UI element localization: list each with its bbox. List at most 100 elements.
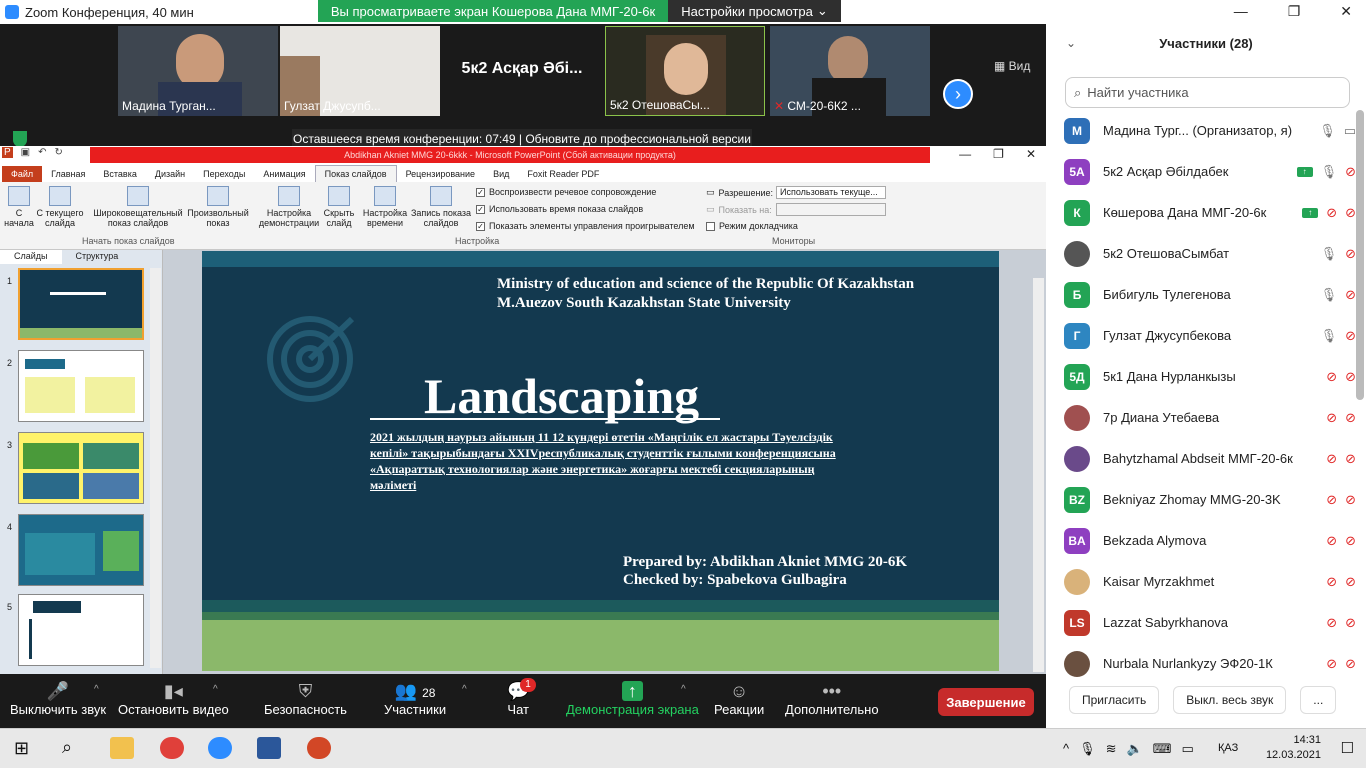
tab-home[interactable]: Главная — [42, 166, 94, 182]
participant-search-input[interactable]: ⌕ Найти участника — [1065, 77, 1350, 108]
camera-off-icon[interactable]: ⊘ — [1345, 615, 1356, 631]
participant-row[interactable]: 5A 5к2 Асқар Әбілдабек ↑ 🎙 ⊘ — [1064, 151, 1356, 192]
tab-slides[interactable]: Слайды — [0, 250, 62, 264]
camera-off-icon[interactable]: ⊘ — [1345, 492, 1356, 508]
mute-all-button[interactable]: Выкл. весь звук — [1173, 686, 1287, 714]
hide-slide-button[interactable]: Скрыть слайд — [322, 186, 356, 228]
tab-transitions[interactable]: Переходы — [194, 166, 254, 182]
language-indicator[interactable]: ҚАЗ — [1218, 742, 1238, 754]
chevron-up-icon[interactable]: ^ — [681, 684, 686, 695]
participant-row[interactable]: BA Bekzada Alymova ⊘ ⊘ — [1064, 520, 1356, 561]
video-tile[interactable]: 5к2 Асқар Әбі... — [442, 26, 602, 116]
microphone-off-icon[interactable]: ⊘ — [1326, 205, 1337, 221]
security-button[interactable]: ⛨ Безопасность — [264, 680, 347, 717]
participant-row[interactable]: LS Lazzat Sabyrkhanova ⊘ ⊘ — [1064, 602, 1356, 643]
search-icon[interactable]: ⌕ — [62, 737, 72, 758]
microphone-off-icon[interactable]: ⊘ — [1326, 410, 1337, 426]
tab-outline[interactable]: Структура — [62, 250, 133, 264]
word-icon[interactable] — [257, 737, 281, 759]
camera-off-icon[interactable]: ⊘ — [1345, 410, 1356, 426]
restore-icon[interactable]: ❐ — [1288, 3, 1301, 20]
more-button[interactable]: ••• Дополнительно — [785, 680, 879, 717]
from-current-button[interactable]: С текущего слайда — [36, 186, 84, 228]
participants-scrollbar[interactable] — [1356, 110, 1364, 400]
close-icon[interactable]: ✕ — [1026, 147, 1036, 161]
participants-button[interactable]: 👥 28 Участники — [384, 680, 446, 717]
video-tile-active-speaker[interactable]: 5к2 ОтешоваСы... — [605, 26, 765, 116]
camera-off-icon[interactable]: ⊘ — [1345, 369, 1356, 385]
microphone-off-icon[interactable]: ⊘ — [1326, 656, 1337, 672]
network-icon[interactable]: ≋ — [1106, 741, 1117, 757]
participant-row[interactable]: Nurbala Nurlankyzy ЭФ20-1К ⊘ ⊘ — [1064, 643, 1356, 684]
camera-off-icon[interactable]: ⊘ — [1345, 656, 1356, 672]
participant-row[interactable]: 5Д 5к1 Дана Нурланкызы ⊘ ⊘ — [1064, 356, 1356, 397]
zoom-icon[interactable] — [208, 737, 232, 759]
participant-row[interactable]: 7р Диана Утебаева ⊘ ⊘ — [1064, 397, 1356, 438]
show-on-select[interactable] — [776, 203, 886, 216]
redo-icon[interactable]: ↻ — [55, 147, 63, 158]
tab-animation[interactable]: Анимация — [254, 166, 314, 182]
keyboard-icon[interactable]: ⌨ — [1153, 741, 1172, 757]
participant-row[interactable]: Bahytzhamal Abdseit ММГ-20-6к ⊘ ⊘ — [1064, 438, 1356, 479]
microphone-icon[interactable]: 🎙 — [1319, 123, 1336, 139]
slide-thumbnail[interactable] — [18, 514, 144, 586]
mute-button[interactable]: 🎤 Выключить звук — [10, 680, 106, 717]
save-icon[interactable]: ▣ — [21, 147, 30, 158]
chrome-icon[interactable] — [160, 737, 184, 759]
chevron-up-icon[interactable]: ^ — [462, 684, 467, 695]
tab-file[interactable]: Файл — [2, 166, 43, 182]
tab-slideshow[interactable]: Показ слайдов — [314, 165, 397, 182]
microphone-icon[interactable]: 🎙 — [1321, 164, 1338, 180]
file-explorer-icon[interactable] — [110, 737, 134, 759]
next-page-button[interactable]: › — [943, 79, 973, 109]
slide-thumbnail[interactable] — [18, 268, 144, 340]
participant-row[interactable]: Б Бибигуль Тулегенова 🎙 ⊘ — [1064, 274, 1356, 315]
current-slide[interactable]: Ministry of education and science of the… — [202, 251, 999, 671]
microphone-off-icon[interactable]: ⊘ — [1326, 533, 1337, 549]
camera-icon[interactable]: ▭ — [1344, 123, 1356, 139]
invite-button[interactable]: Пригласить — [1069, 686, 1160, 714]
powerpoint-icon[interactable] — [307, 737, 331, 759]
view-settings-button[interactable]: Настройки просмотра ⌄ — [668, 0, 841, 22]
chevron-up-icon[interactable]: ^ — [94, 684, 99, 695]
custom-show-button[interactable]: Произвольный показ — [186, 186, 250, 228]
tab-insert[interactable]: Вставка — [94, 166, 145, 182]
microphone-off-icon[interactable]: ⊘ — [1326, 574, 1337, 590]
timings-checkbox[interactable]: ✓ Использовать время показа слайдов — [476, 204, 643, 214]
clock[interactable]: 14:31 12.03.2021 — [1266, 733, 1321, 763]
microphone-icon[interactable]: 🎙 — [1321, 246, 1338, 262]
view-button[interactable]: ▦ Вид — [994, 59, 1030, 73]
microphone-off-icon[interactable]: ⊘ — [1326, 369, 1337, 385]
end-meeting-button[interactable]: Завершение — [938, 688, 1034, 716]
microphone-icon[interactable]: 🎙 — [1321, 328, 1338, 344]
camera-off-icon[interactable]: ⊘ — [1345, 533, 1356, 549]
slide-thumbnail[interactable] — [18, 350, 144, 422]
tab-design[interactable]: Дизайн — [146, 166, 194, 182]
video-tile[interactable]: Мадина Турган... — [118, 26, 278, 116]
reactions-button[interactable]: ☺ Реакции — [714, 680, 764, 717]
restore-icon[interactable]: ❐ — [993, 147, 1004, 161]
camera-off-icon[interactable]: ⊘ — [1345, 328, 1356, 344]
chevron-up-icon[interactable]: ^ — [1063, 741, 1069, 757]
participant-row[interactable]: 5к2 ОтешоваСымбат 🎙 ⊘ — [1064, 233, 1356, 274]
narration-checkbox[interactable]: ✓ Воспроизвести речевое сопровождение — [476, 187, 656, 197]
presenter-view-checkbox[interactable]: Режим докладчика — [706, 221, 798, 231]
battery-icon[interactable]: ▭ — [1181, 741, 1193, 757]
camera-off-icon[interactable]: ⊘ — [1345, 451, 1356, 467]
camera-off-icon[interactable]: ⊘ — [1345, 574, 1356, 590]
slide-scrollbar[interactable] — [1033, 278, 1044, 672]
media-controls-checkbox[interactable]: ✓ Показать элементы управления проигрыват… — [476, 221, 695, 231]
slide-thumbnail[interactable] — [18, 432, 144, 504]
broadcast-button[interactable]: Широковещательный показ слайдов — [92, 186, 184, 228]
microphone-off-icon[interactable]: ⊘ — [1326, 451, 1337, 467]
participant-row[interactable]: Kaisar Myrzakhmet ⊘ ⊘ — [1064, 561, 1356, 602]
close-icon[interactable]: ✕ — [1340, 3, 1352, 20]
participant-row[interactable]: К Көшерова Дана ММГ-20-6к ↑ ⊘ ⊘ — [1064, 192, 1356, 233]
participant-row[interactable]: BZ Bekniyaz Zhomay MMG-20-3K ⊘ ⊘ — [1064, 479, 1356, 520]
chevron-up-icon[interactable]: ^ — [213, 684, 218, 695]
microphone-icon[interactable]: 🎙 — [1321, 287, 1338, 303]
record-show-button[interactable]: Запись показа слайдов — [410, 186, 472, 228]
rehearse-button[interactable]: Настройка времени — [362, 186, 408, 228]
microphone-off-icon[interactable]: ⊘ — [1326, 492, 1337, 508]
setup-show-button[interactable]: Настройка демонстрации — [258, 186, 320, 228]
